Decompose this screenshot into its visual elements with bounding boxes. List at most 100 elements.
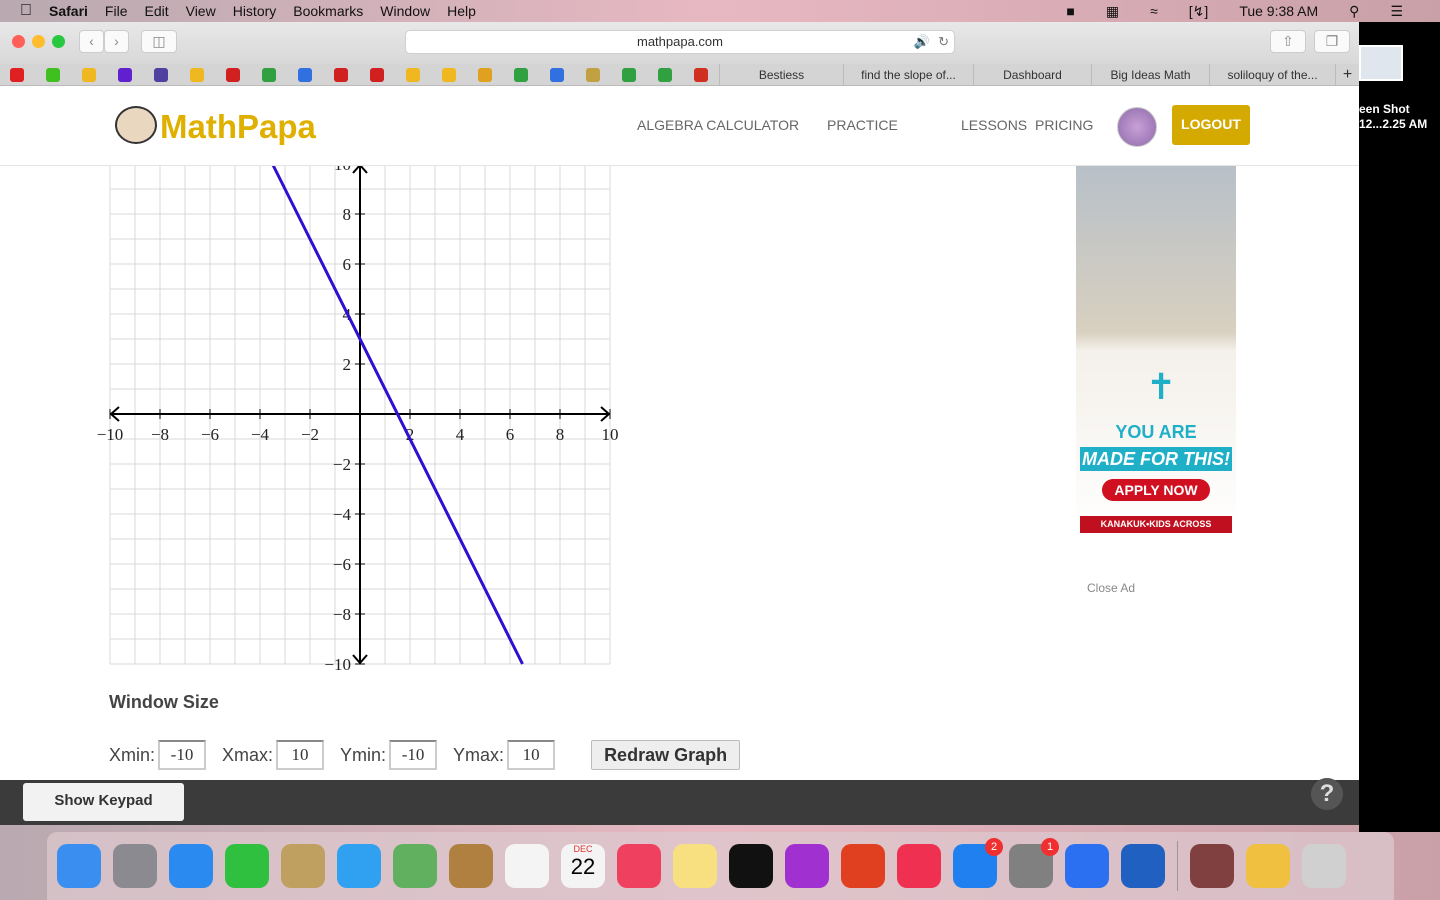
dock-app-icon[interactable] [897,844,941,888]
dock-app-icon[interactable] [617,844,661,888]
audio-icon[interactable]: 🔊 [914,31,930,53]
logout-button[interactable]: LOGOUT [1172,105,1250,145]
advertisement[interactable]: ✝ YOU ARE MADE FOR THIS! APPLY NOW KANAK… [1076,166,1236,535]
bookmark-icon[interactable] [514,67,528,82]
menu-help[interactable]: Help [447,3,476,19]
screenshot-file-label[interactable]: een Shot 12...2.25 AM [1359,102,1427,132]
dock-app-icon[interactable] [393,844,437,888]
close-window-button[interactable] [12,35,25,48]
tab-soliloquy[interactable]: soliloquy of the... [1209,64,1335,86]
menu-history[interactable]: History [233,3,277,19]
dock-app-icon[interactable] [505,844,549,888]
bookmark-icon[interactable] [586,67,600,82]
xmin-input[interactable] [158,740,207,770]
dock-app-icon[interactable] [1121,844,1165,888]
screenshot-file-icon[interactable] [1359,45,1403,81]
forward-button[interactable]: › [104,30,129,53]
share-icon[interactable]: ⇧ [1270,30,1306,53]
xmax-input[interactable] [276,740,325,770]
ymax-input[interactable] [507,740,556,770]
back-button[interactable]: ‹ [79,30,104,53]
close-ad-link[interactable]: Close Ad [1087,581,1135,595]
dock-app-icon[interactable]: DEC 22 [561,844,605,888]
bookmark-icon[interactable] [550,67,564,82]
calendar-status-icon[interactable]: ▦ [1106,3,1119,20]
zoom-status-icon[interactable]: ■ [1066,3,1074,19]
menu-view[interactable]: View [186,3,216,19]
bookmark-icon[interactable] [10,67,24,82]
bookmark-icon[interactable] [622,67,636,82]
wifi-icon[interactable]: ≈ [1150,3,1158,19]
menu-file[interactable]: File [105,3,128,19]
bookmark-icon[interactable] [298,67,312,82]
dock-app-icon[interactable] [1302,844,1346,888]
new-tab-button[interactable]: + [1335,64,1359,86]
redraw-graph-button[interactable]: Redraw Graph [591,740,741,770]
dock-app-icon[interactable]: 2 [953,838,1003,888]
bookmark-icon[interactable] [46,67,60,82]
bookmark-icon[interactable] [370,67,384,82]
dock-app-icon[interactable] [785,844,829,888]
dock-app-icon[interactable]: 1 [1009,838,1059,888]
dock-app-icon[interactable] [169,844,213,888]
bookmark-icon[interactable] [118,67,132,82]
minimize-window-button[interactable] [32,35,45,48]
battery-icon[interactable]: [↯] [1189,3,1209,20]
dock-app-icon[interactable] [1246,844,1290,888]
address-bar[interactable]: mathpapa.com 🔊 ↻ [405,30,955,54]
menu-bookmarks[interactable]: Bookmarks [293,3,363,19]
y-tick-label: −10 [324,655,351,674]
dock-app-icon[interactable] [449,844,493,888]
tab-find-the-slope[interactable]: find the slope of... [843,64,973,86]
bookmark-icon[interactable] [190,67,204,82]
y-tick-label: 8 [343,205,352,224]
reload-icon[interactable]: ↻ [938,31,949,53]
avatar[interactable] [1117,107,1157,147]
sidebar-toggle-icon[interactable]: ◫ [141,30,177,53]
dock-app-icon[interactable] [729,844,773,888]
bookmark-icon[interactable] [658,67,672,82]
dock-app-icon[interactable] [57,844,101,888]
bookmark-icon[interactable] [154,67,168,82]
bookmark-icon[interactable] [82,67,96,82]
mathpapa-logo-icon[interactable] [115,106,157,144]
nav-lessons[interactable]: LESSONS [961,117,1027,133]
tabs-overview-icon[interactable]: ❐ [1314,30,1350,53]
fullscreen-window-button[interactable] [52,35,65,48]
nav-algebra-calculator[interactable]: ALGEBRA CALCULATOR [637,117,799,133]
dock-app-icon[interactable] [673,844,717,888]
bookmark-icon[interactable] [226,67,240,82]
dock-app-icon[interactable] [1065,844,1109,888]
menu-edit[interactable]: Edit [144,3,168,19]
tab-dashboard[interactable]: Dashboard [973,64,1091,86]
bookmark-icon[interactable] [262,67,276,82]
tab-big-ideas-math[interactable]: Big Ideas Math [1091,64,1209,86]
show-keypad-button[interactable]: Show Keypad [23,783,184,821]
menu-window[interactable]: Window [380,3,430,19]
bookmark-icon[interactable] [478,67,492,82]
ymin-input[interactable] [389,740,438,770]
dock-app-icon[interactable] [337,844,381,888]
bookmark-icon[interactable] [406,67,420,82]
notification-center-icon[interactable]: ☰ [1390,3,1403,20]
dock: DEC 22 2 1 [47,832,1394,900]
bookmark-icon[interactable] [694,67,708,82]
spotlight-icon[interactable]: ⚲ [1349,3,1359,20]
nav-pricing[interactable]: PRICING [1035,117,1093,133]
menu-safari[interactable]: Safari [49,3,88,19]
bookmark-icon[interactable] [334,67,348,82]
ad-apply-button[interactable]: APPLY NOW [1102,479,1210,501]
dock-app-icon[interactable] [113,844,157,888]
dock-app-icon[interactable] [225,844,269,888]
dock-app-icon[interactable] [281,844,325,888]
dock-app-icon[interactable] [1190,844,1234,888]
dock-app-icon[interactable] [841,844,885,888]
tab-bestiess[interactable]: Bestiess [719,64,843,86]
calendar-month: DEC [573,844,593,854]
bookmark-icon[interactable] [442,67,456,82]
apple-icon[interactable]:  [20,2,32,20]
clock[interactable]: Tue 9:38 AM [1239,3,1318,19]
site-logo[interactable]: MathPapa [160,108,316,146]
help-button[interactable]: ? [1311,778,1343,810]
nav-practice[interactable]: PRACTICE [827,117,898,133]
